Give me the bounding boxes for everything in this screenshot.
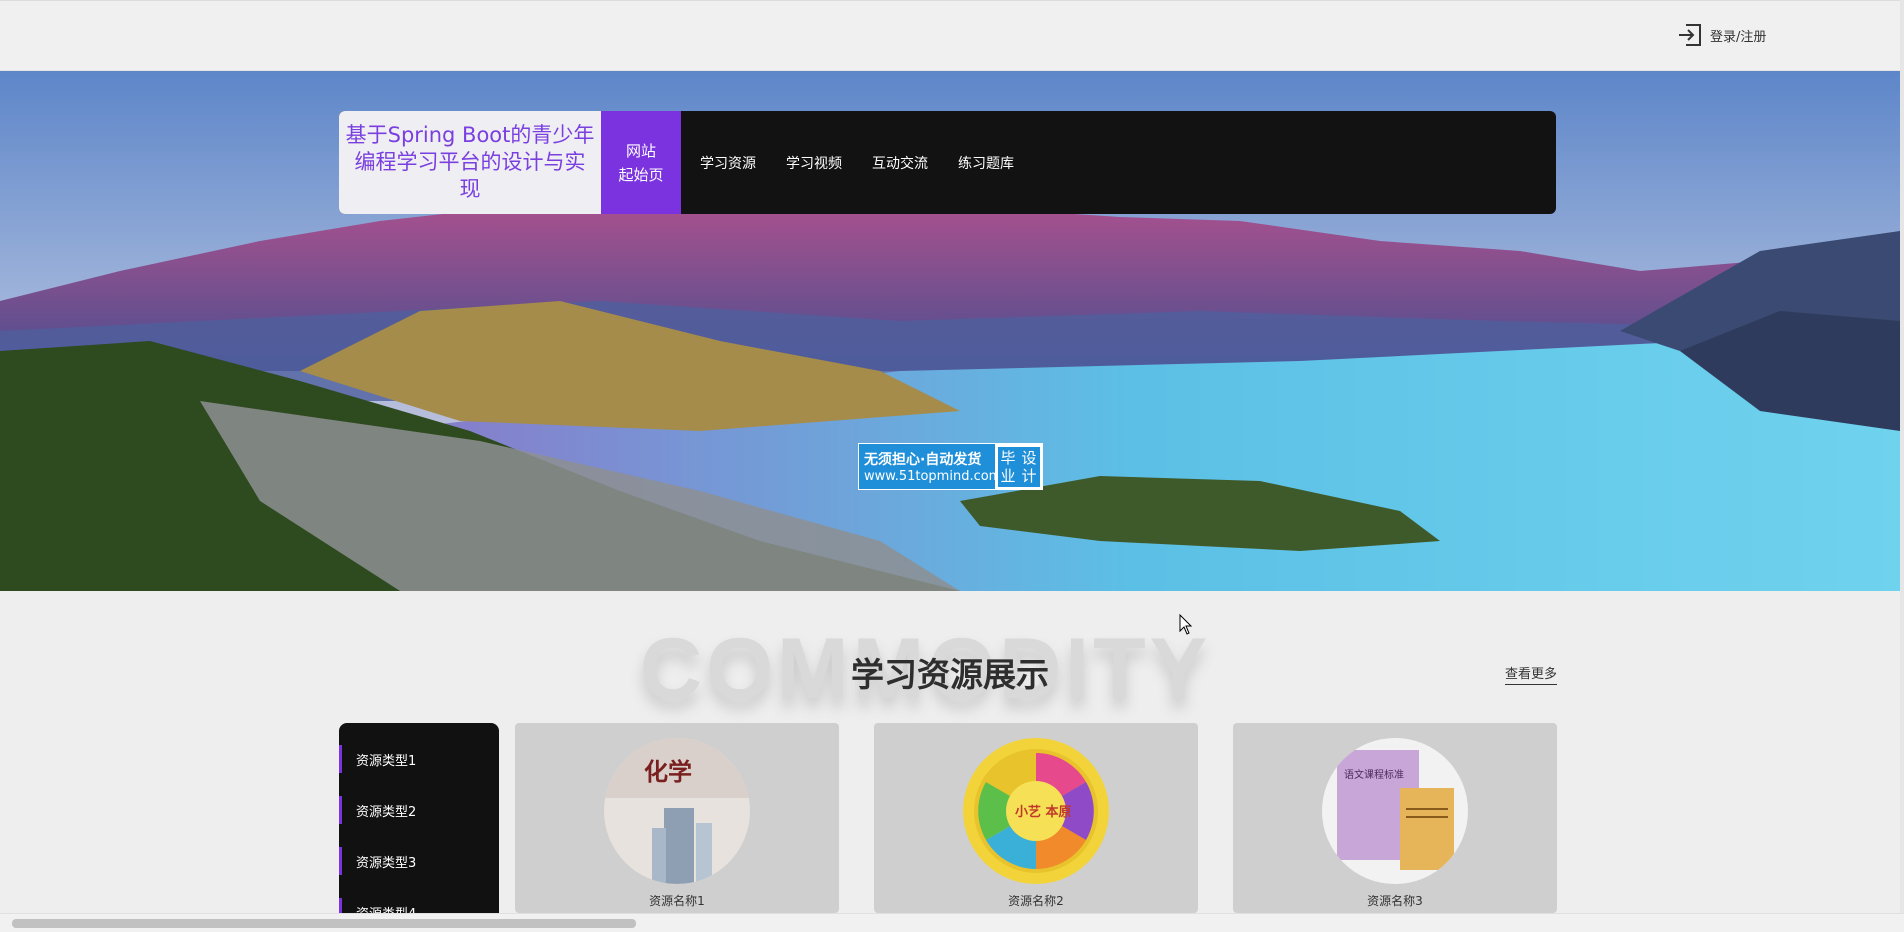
nav-item-learning-videos[interactable]: 学习视频 — [771, 111, 857, 214]
horizontal-scrollbar-thumb[interactable] — [12, 919, 636, 928]
resource-cover-1: 化学 — [604, 738, 750, 884]
watermark-stamp-line-2: 设计 — [1018, 448, 1040, 485]
chemistry-cover-text: 化学 — [644, 757, 692, 786]
login-label: 登录/注册 — [1710, 29, 1767, 45]
watermark-line-2: www.51topmind.com — [864, 469, 1002, 484]
watermark-stamp-line-1: 毕业 — [997, 448, 1019, 485]
watermark-badge: 无须担心·自动发货 www.51topmind.com 毕业 设计 — [858, 443, 1043, 490]
wheel-cover-text: 小艺 本原 — [1015, 804, 1072, 820]
resource-type-item[interactable]: 资源类型2 — [339, 796, 499, 824]
site-title[interactable]: 基于Spring Boot的青少年编程学习平台的设计与实现 — [339, 111, 601, 214]
top-bar: 登录/注册 — [0, 0, 1900, 71]
section-title: 学习资源展示 — [851, 655, 1049, 694]
resource-type-list: 资源类型1 资源类型2 资源类型3 资源类型4 — [339, 723, 499, 923]
resource-name: 资源名称3 — [1367, 894, 1423, 908]
resource-name: 资源名称1 — [649, 894, 705, 908]
nav-item-discussion[interactable]: 互动交流 — [857, 111, 943, 214]
nav-home-label-2: 起始页 — [618, 165, 664, 184]
resource-type-item[interactable]: 资源类型3 — [339, 847, 499, 875]
chemistry-book-cover-image: 化学 — [604, 738, 750, 884]
nav-item-learning-resources[interactable]: 学习资源 — [685, 111, 771, 214]
view-more-link[interactable]: 查看更多 — [1505, 663, 1558, 685]
resource-name: 资源名称2 — [1008, 894, 1064, 908]
colorful-wheel-cover-image: 小艺 本原 — [963, 738, 1109, 884]
mouse-cursor-icon — [1179, 614, 1193, 635]
nav-home-label-1: 网站 — [625, 141, 656, 160]
resource-card-3[interactable]: 语文课程标准 资源名称3 — [1233, 723, 1557, 913]
resource-type-item[interactable]: 资源类型1 — [339, 745, 499, 773]
vertical-scrollbar[interactable] — [1900, 0, 1904, 913]
resource-card-2[interactable]: 小艺 本原 资源名称2 — [874, 723, 1198, 913]
horizontal-scrollbar[interactable] — [0, 913, 1904, 932]
main-nav: 基于Spring Boot的青少年编程学习平台的设计与实现 网站 起始页 学习资… — [339, 111, 1556, 214]
login-icon — [1679, 24, 1701, 46]
watermark-stamp-text: 毕业 设计 — [997, 446, 1040, 487]
nav-items: 学习资源 学习视频 互动交流 练习题库 — [681, 111, 1029, 214]
login-register-link[interactable]: 登录/注册 — [1676, 21, 1766, 49]
curriculum-cover-text: 语文课程标准 — [1344, 768, 1404, 781]
watermark-stamp: 毕业 设计 — [995, 444, 1042, 489]
nav-item-question-bank[interactable]: 练习题库 — [943, 111, 1029, 214]
resource-cover-2: 小艺 本原 — [963, 738, 1109, 884]
nav-home-button[interactable]: 网站 起始页 — [601, 111, 681, 214]
watermark-text: 无须担心·自动发货 www.51topmind.com — [859, 444, 1002, 489]
chinese-curriculum-books-image: 语文课程标准 — [1322, 738, 1468, 884]
watermark-line-1: 无须担心·自动发货 — [864, 452, 982, 468]
resource-cover-3: 语文课程标准 — [1322, 738, 1468, 884]
resource-card-1[interactable]: 化学 资源名称1 — [515, 723, 839, 913]
